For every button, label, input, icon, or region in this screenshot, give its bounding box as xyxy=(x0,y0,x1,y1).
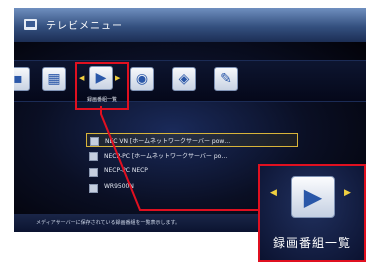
menu-item-grid[interactable]: ▦ xyxy=(42,67,66,91)
menu-item-tools[interactable]: ✎ xyxy=(214,67,238,91)
wrench-icon: ✎ xyxy=(220,71,232,87)
title-bar: テレビメニュー xyxy=(14,8,366,42)
menu-item-view[interactable]: ◈ xyxy=(172,67,196,91)
window-title: テレビメニュー xyxy=(46,21,123,32)
zoom-label: 録画番組一覧 xyxy=(272,236,351,250)
zoom-arrow-left-icon: ◀ xyxy=(270,188,277,198)
arrow-right-icon: ▶ xyxy=(115,74,121,82)
arrow-left-icon: ◀ xyxy=(79,74,85,82)
menu-item-recorded-list[interactable]: ◀ ▶ ▶ 録画番組一覧 xyxy=(75,62,129,110)
menu-item-partial[interactable]: ▪ xyxy=(14,67,30,91)
list-item[interactable]: NEC VN [ホームネットワークサーバー pow… xyxy=(86,133,298,147)
list-item-text: NEC VN [ホームネットワークサーバー pow… xyxy=(105,138,231,145)
record-schedule-icon: ◉ xyxy=(135,71,149,87)
pc-icon xyxy=(89,168,98,177)
server-icon xyxy=(89,152,98,161)
menu-item-schedule[interactable]: ◉ xyxy=(130,67,154,91)
list-item-text: NECP-PC [ホームネットワークサーバー po… xyxy=(104,153,228,160)
zoom-callout: ◀ ▶ ▶ 録画番組一覧 xyxy=(258,164,366,262)
zoom-arrow-right-icon: ▶ xyxy=(344,188,351,198)
recorded-list-tile: ▶ xyxy=(89,66,113,90)
list-item[interactable]: NECP-PC [ホームネットワークサーバー po… xyxy=(86,149,296,162)
grid-icon: ▦ xyxy=(47,71,61,87)
status-text: メディアサーバーに保存されている録画番組を一覧表示します。 xyxy=(36,220,180,226)
partial-icon: ▪ xyxy=(14,71,23,87)
list-item-text: WR9500N xyxy=(104,183,134,190)
selected-menu-label: 録画番組一覧 xyxy=(86,97,117,103)
router-icon xyxy=(89,184,98,193)
zoom-recorded-list-tile: ▶ xyxy=(291,176,335,218)
recorded-list-icon: ▶ xyxy=(303,183,323,211)
menu-bar: ▪ ▦ ◉ ◈ ✎ xyxy=(14,60,366,102)
tv-icon xyxy=(24,19,37,30)
recorded-list-icon: ▶ xyxy=(95,70,107,86)
server-icon xyxy=(90,137,99,146)
list-item-text: NECP-PC NECP xyxy=(104,167,148,174)
eye-icon: ◈ xyxy=(178,71,190,87)
